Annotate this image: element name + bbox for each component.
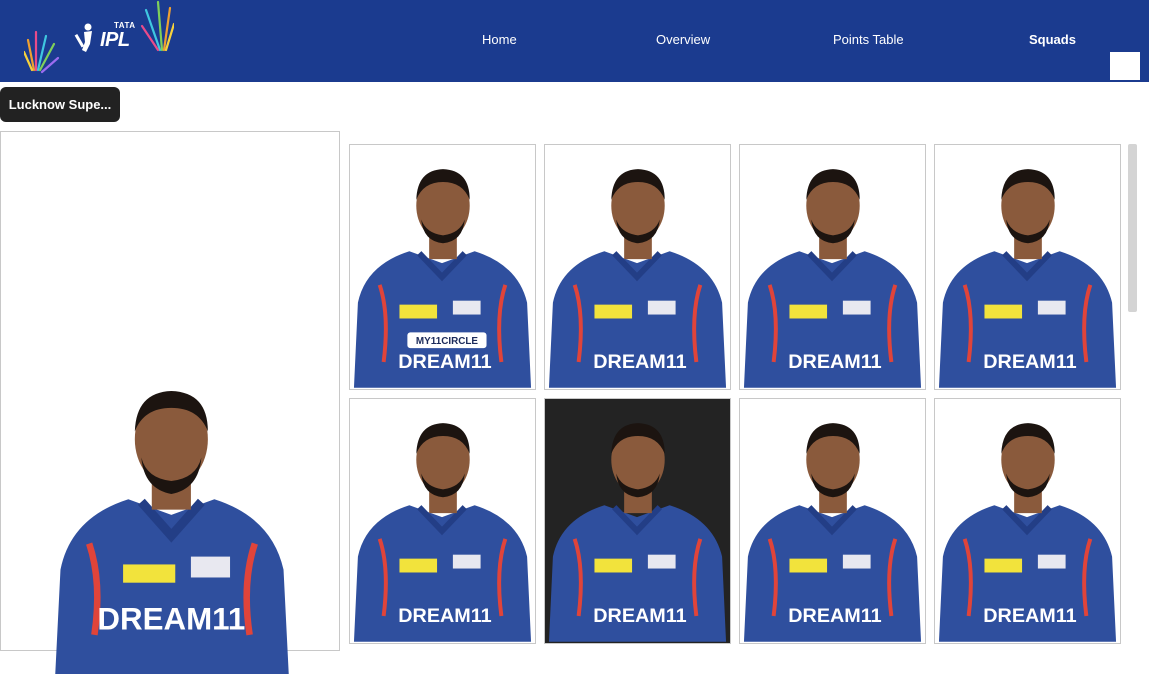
player-card[interactable]: DREAM11: [934, 144, 1121, 390]
squad-player-grid: MY11CIRCLE DREAM11 DREAM11 DREAM11 DREAM11 DR…: [349, 144, 1125, 664]
nav-link-squads[interactable]: Squads: [1029, 32, 1076, 47]
player-portrait: DREAM11: [938, 169, 1117, 388]
jersey-text: DREAM11: [788, 605, 881, 627]
sponsor-badge: [984, 558, 1023, 573]
grid-scrollbar[interactable]: [1128, 144, 1137, 312]
player-portrait: DREAM11: [743, 169, 922, 388]
player-portrait: DREAM11: [548, 423, 727, 642]
player-card[interactable]: DREAM11: [544, 144, 731, 390]
sponsor-badge: [399, 304, 438, 319]
player-card[interactable]: DREAM11: [934, 398, 1121, 644]
ipl-logo-icon: [22, 0, 176, 74]
nav-link-home[interactable]: Home: [482, 32, 517, 47]
player-card[interactable]: DREAM11: [739, 144, 926, 390]
nav-link-overview[interactable]: Overview: [656, 32, 710, 47]
jersey-text: DREAM11: [983, 351, 1076, 373]
sponsor-badge: [594, 304, 633, 319]
player-portrait: DREAM11: [353, 423, 532, 642]
player-card[interactable]: MY11CIRCLE DREAM11: [349, 144, 536, 390]
featured-player-portrait: DREAM11: [55, 390, 289, 674]
sponsor-badge: [984, 304, 1023, 319]
player-portrait: DREAM11: [548, 169, 727, 388]
sponsor-badge: [594, 558, 633, 573]
jersey-text: DREAM11: [593, 351, 686, 373]
menu-button[interactable]: [1110, 52, 1140, 80]
svg-text:DREAM11: DREAM11: [97, 602, 245, 637]
jersey-text: DREAM11: [593, 605, 686, 627]
player-portrait: DREAM11: [743, 423, 922, 642]
jersey-text: DREAM11: [398, 351, 491, 373]
player-portrait: DREAM11: [938, 423, 1117, 642]
nav-link-points-table[interactable]: Points Table: [833, 32, 904, 47]
player-card[interactable]: DREAM11: [739, 398, 926, 644]
ipl-logo[interactable]: TATA IPL: [22, 0, 176, 80]
top-nav-bar: TATA IPL Home Overview Points Table Squa…: [0, 0, 1149, 82]
sponsor-text: MY11CIRCLE: [416, 336, 478, 347]
jersey-text: DREAM11: [398, 605, 491, 627]
team-select-dropdown[interactable]: Lucknow Supe...: [0, 87, 120, 122]
jersey-text: DREAM11: [983, 605, 1076, 627]
sponsor-badge: [789, 558, 828, 573]
player-card[interactable]: DREAM11: [544, 398, 731, 644]
player-card[interactable]: DREAM11: [349, 398, 536, 644]
logo-brand-main: IPL: [100, 29, 130, 51]
player-portrait: MY11CIRCLE DREAM11: [353, 169, 532, 388]
sponsor-badge: [789, 304, 828, 319]
ipl-wordmark: TATA IPL: [100, 22, 136, 51]
jersey-text: DREAM11: [788, 351, 881, 373]
featured-player-panel: DREAM11: [0, 131, 340, 674]
sponsor-badge: [399, 558, 438, 573]
